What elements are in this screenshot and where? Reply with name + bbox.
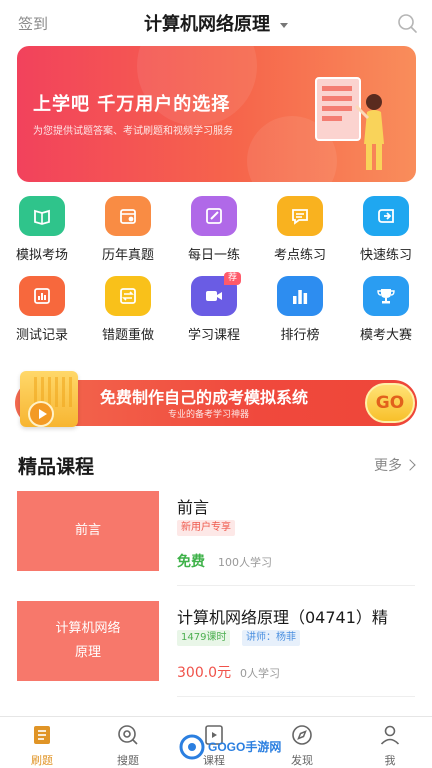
course-price: 300.0元 [177, 665, 232, 681]
top-bar: 签到 计算机网络原理 [0, 0, 432, 44]
calendar-icon [105, 196, 151, 236]
feature-topic-practice[interactable]: 考点练习 [260, 196, 340, 263]
feature-past-papers[interactable]: 历年真题 [88, 196, 168, 263]
thumbnail-title: 前言 [74, 523, 101, 538]
feature-test-records[interactable]: 测试记录 [2, 276, 82, 343]
page-title: 计算机网络原理 [144, 14, 270, 35]
course-price: 免费 [177, 554, 205, 570]
promo-banner[interactable]: 上学吧 千万用户的选择 为您提供试题答案、考试刷题和视频学习服务 [17, 46, 416, 182]
feature-label: 考点练习 [273, 248, 326, 263]
recommend-badge: 荐 [224, 272, 241, 285]
search-question-icon [118, 725, 138, 745]
watermark-text: GOGO手游网 [208, 740, 282, 754]
section-title: 精品课程 [18, 456, 95, 478]
list-icon [34, 726, 50, 744]
new-user-tag: 新用户专享 [177, 520, 235, 536]
thumbnail-line: 计算机网络 [55, 621, 121, 636]
user-icon [380, 725, 400, 745]
tab-me[interactable]: 我 [360, 723, 420, 768]
chat-icon [277, 196, 323, 236]
go-button[interactable]: GO [365, 383, 415, 423]
feature-wrong-redo[interactable]: 错题重做 [88, 276, 168, 343]
course-thumbnail[interactable]: 前言 [17, 491, 159, 571]
tab-label: 我 [384, 754, 396, 767]
feature-label: 每日一练 [187, 248, 240, 263]
tab-search-questions[interactable]: 搜题 [98, 723, 158, 768]
student-illustration [315, 77, 384, 170]
learner-count: 100人学习 [218, 556, 272, 569]
tab-label: 搜题 [117, 754, 139, 767]
feature-label: 错题重做 [101, 328, 154, 343]
course-title[interactable]: 前言 [177, 494, 209, 518]
trophy-icon [363, 276, 409, 316]
more-link[interactable]: 更多 [374, 455, 416, 475]
feature-daily-practice[interactable]: 每日一练 [174, 196, 254, 263]
bar-chart-icon [277, 276, 323, 316]
chevron-right-icon [404, 459, 416, 471]
feature-courses[interactable]: 荐 学习课程 [174, 272, 254, 343]
teacher-tag: 讲师：杨菲 [242, 630, 300, 646]
edit-icon [191, 196, 237, 236]
feature-leaderboard[interactable]: 排行榜 [260, 276, 340, 343]
thumbnail-title: 计算机网络 原理 [55, 617, 120, 665]
hours-tag: 1479课时 [177, 630, 231, 646]
feature-label: 快速练习 [359, 248, 412, 263]
more-label: 更多 [374, 458, 402, 474]
tab-label: 刷题 [31, 754, 53, 767]
feature-label: 历年真题 [101, 248, 154, 263]
subject-selector[interactable]: 计算机网络原理 [0, 10, 432, 36]
promo-title: 免费制作自己的成考模拟系统 [100, 388, 309, 407]
divider [177, 585, 415, 586]
feature-label: 测试记录 [15, 328, 68, 343]
course-thumbnail[interactable]: 计算机网络 原理 [17, 601, 159, 681]
feature-label: 模考大赛 [359, 328, 412, 343]
learner-count: 0人学习 [240, 667, 280, 680]
play-icon [28, 401, 54, 427]
feature-label: 排行榜 [280, 328, 320, 343]
exchange-icon [105, 276, 151, 316]
book-icon [19, 196, 65, 236]
feature-label: 学习课程 [187, 328, 240, 343]
banner-headline: 上学吧 千万用户的选择 [33, 94, 231, 115]
chevron-down-icon [280, 23, 288, 28]
thumbnail-line: 原理 [74, 645, 101, 660]
feature-mock-contest[interactable]: 模考大赛 [346, 276, 426, 343]
divider [177, 696, 415, 697]
feature-quick-practice[interactable]: 快速练习 [346, 196, 426, 263]
tab-practice[interactable]: 刷题 [12, 723, 72, 768]
video-icon: 荐 [191, 272, 241, 316]
promo-subtitle: 专业的备考学习神器 [168, 410, 250, 420]
feature-mock-exam[interactable]: 模拟考场 [2, 196, 82, 263]
course-title[interactable]: 计算机网络原理（04741）精 [177, 604, 388, 628]
banner-subtitle: 为您提供试题答案、考试刷题和视频学习服务 [33, 126, 233, 137]
feature-label: 模拟考场 [15, 248, 68, 263]
search-icon[interactable] [396, 12, 418, 34]
report-icon [19, 276, 65, 316]
arrow-box-icon [363, 196, 409, 236]
